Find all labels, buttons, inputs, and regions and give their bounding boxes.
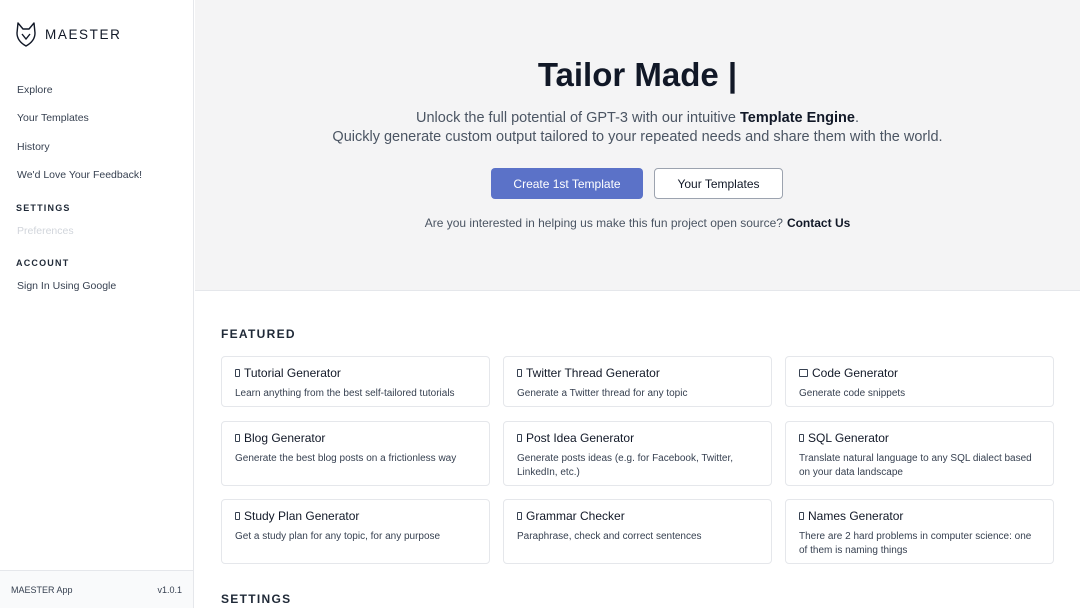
template-card-names-generator[interactable]: Names Generator There are 2 hard problem…: [785, 499, 1054, 564]
card-description: Generate code snippets: [799, 388, 906, 399]
settings-section-heading: SETTINGS: [221, 592, 292, 606]
template-card-tutorial-generator[interactable]: Tutorial Generator Learn anything from t…: [221, 356, 490, 407]
card-description: Paraphrase, check and correct sentences: [517, 531, 702, 542]
main-content: Tailor Made | Unlock the full potential …: [195, 0, 1080, 608]
template-card-grammar-checker[interactable]: Grammar Checker Paraphrase, check and co…: [503, 499, 772, 564]
hero-subtitle-suffix: .: [854, 110, 859, 126]
sidebar-footer: MAESTER App v1.0.1: [0, 570, 193, 608]
hero-subtitle-prefix: Unlock the full potential of GPT-3 with …: [416, 110, 740, 126]
fox-logo-icon: [16, 22, 36, 47]
card-description: Get a study plan for any topic, for any …: [235, 531, 441, 542]
template-icon: [517, 434, 522, 442]
card-title: SQL Generator: [808, 431, 889, 445]
template-card-blog-generator[interactable]: Blog Generator Generate the best blog po…: [221, 421, 490, 486]
template-icon: [799, 434, 804, 442]
template-icon: [517, 512, 522, 520]
template-icon: [235, 512, 240, 520]
template-icon: [517, 369, 522, 377]
card-title: Post Idea Generator: [526, 431, 635, 445]
hero-subtitle-line2: Quickly generate custom output tailored …: [332, 129, 943, 145]
card-title: Names Generator: [808, 509, 904, 523]
footer-app-name: MAESTER App: [11, 584, 73, 595]
card-title: Code Generator: [812, 366, 899, 380]
hero: Tailor Made | Unlock the full potential …: [195, 0, 1080, 291]
hero-title: Tailor Made |: [537, 56, 738, 93]
hero-subtitle-bold: Template Engine: [740, 110, 855, 126]
open-source-note: Are you interested in helping us make th…: [195, 216, 1080, 230]
your-templates-button[interactable]: Your Templates: [654, 168, 783, 199]
template-icon: [799, 512, 804, 520]
open-source-note-text: Are you interested in helping us make th…: [424, 216, 783, 230]
template-card-twitter-thread-generator[interactable]: Twitter Thread Generator Generate a Twit…: [503, 356, 772, 407]
account-heading: ACCOUNT: [16, 258, 70, 268]
template-card-code-generator[interactable]: Code Generator Generate code snippets: [785, 356, 1054, 407]
card-description: There are 2 hard problems in computer sc…: [799, 531, 1032, 556]
nav-explore[interactable]: Explore: [17, 84, 53, 96]
template-icon: [799, 369, 808, 377]
template-icon: [235, 369, 240, 377]
card-title: Grammar Checker: [526, 509, 625, 523]
brand-logo[interactable]: MAESTER: [15, 21, 121, 48]
template-card-sql-generator[interactable]: SQL Generator Translate natural language…: [785, 421, 1054, 486]
nav-history[interactable]: History: [17, 141, 50, 153]
nav-your-templates[interactable]: Your Templates: [17, 112, 89, 124]
card-title: Tutorial Generator: [244, 366, 341, 380]
template-card-post-idea-generator[interactable]: Post Idea Generator Generate posts ideas…: [503, 421, 772, 486]
card-title: Twitter Thread Generator: [526, 366, 660, 380]
card-description: Generate the best blog posts on a fricti…: [235, 453, 457, 464]
nav-preferences: Preferences: [17, 225, 74, 237]
brand-name: MAESTER: [45, 27, 122, 42]
card-title: Study Plan Generator: [244, 509, 360, 523]
nav-feedback[interactable]: We'd Love Your Feedback!: [17, 169, 142, 181]
template-icon: [235, 434, 240, 442]
contact-us-link[interactable]: Contact Us: [787, 216, 850, 230]
featured-heading: FEATURED: [221, 327, 296, 341]
settings-heading: SETTINGS: [16, 203, 71, 213]
sign-in-google-link[interactable]: Sign In Using Google: [17, 280, 116, 292]
hero-subtitle: Unlock the full potential of GPT-3 with …: [195, 110, 1080, 126]
card-description: Translate natural language to any SQL di…: [799, 453, 1032, 478]
card-title: Blog Generator: [244, 431, 326, 445]
footer-version: v1.0.1: [157, 584, 182, 595]
template-card-study-plan-generator[interactable]: Study Plan Generator Get a study plan fo…: [221, 499, 490, 564]
create-template-button[interactable]: Create 1st Template: [491, 168, 643, 199]
sidebar: MAESTER Explore Your Templates History W…: [0, 0, 194, 608]
card-description: Generate posts ideas (e.g. for Facebook,…: [517, 453, 734, 478]
card-description: Generate a Twitter thread for any topic: [517, 388, 688, 399]
card-description: Learn anything from the best self-tailor…: [235, 388, 455, 399]
